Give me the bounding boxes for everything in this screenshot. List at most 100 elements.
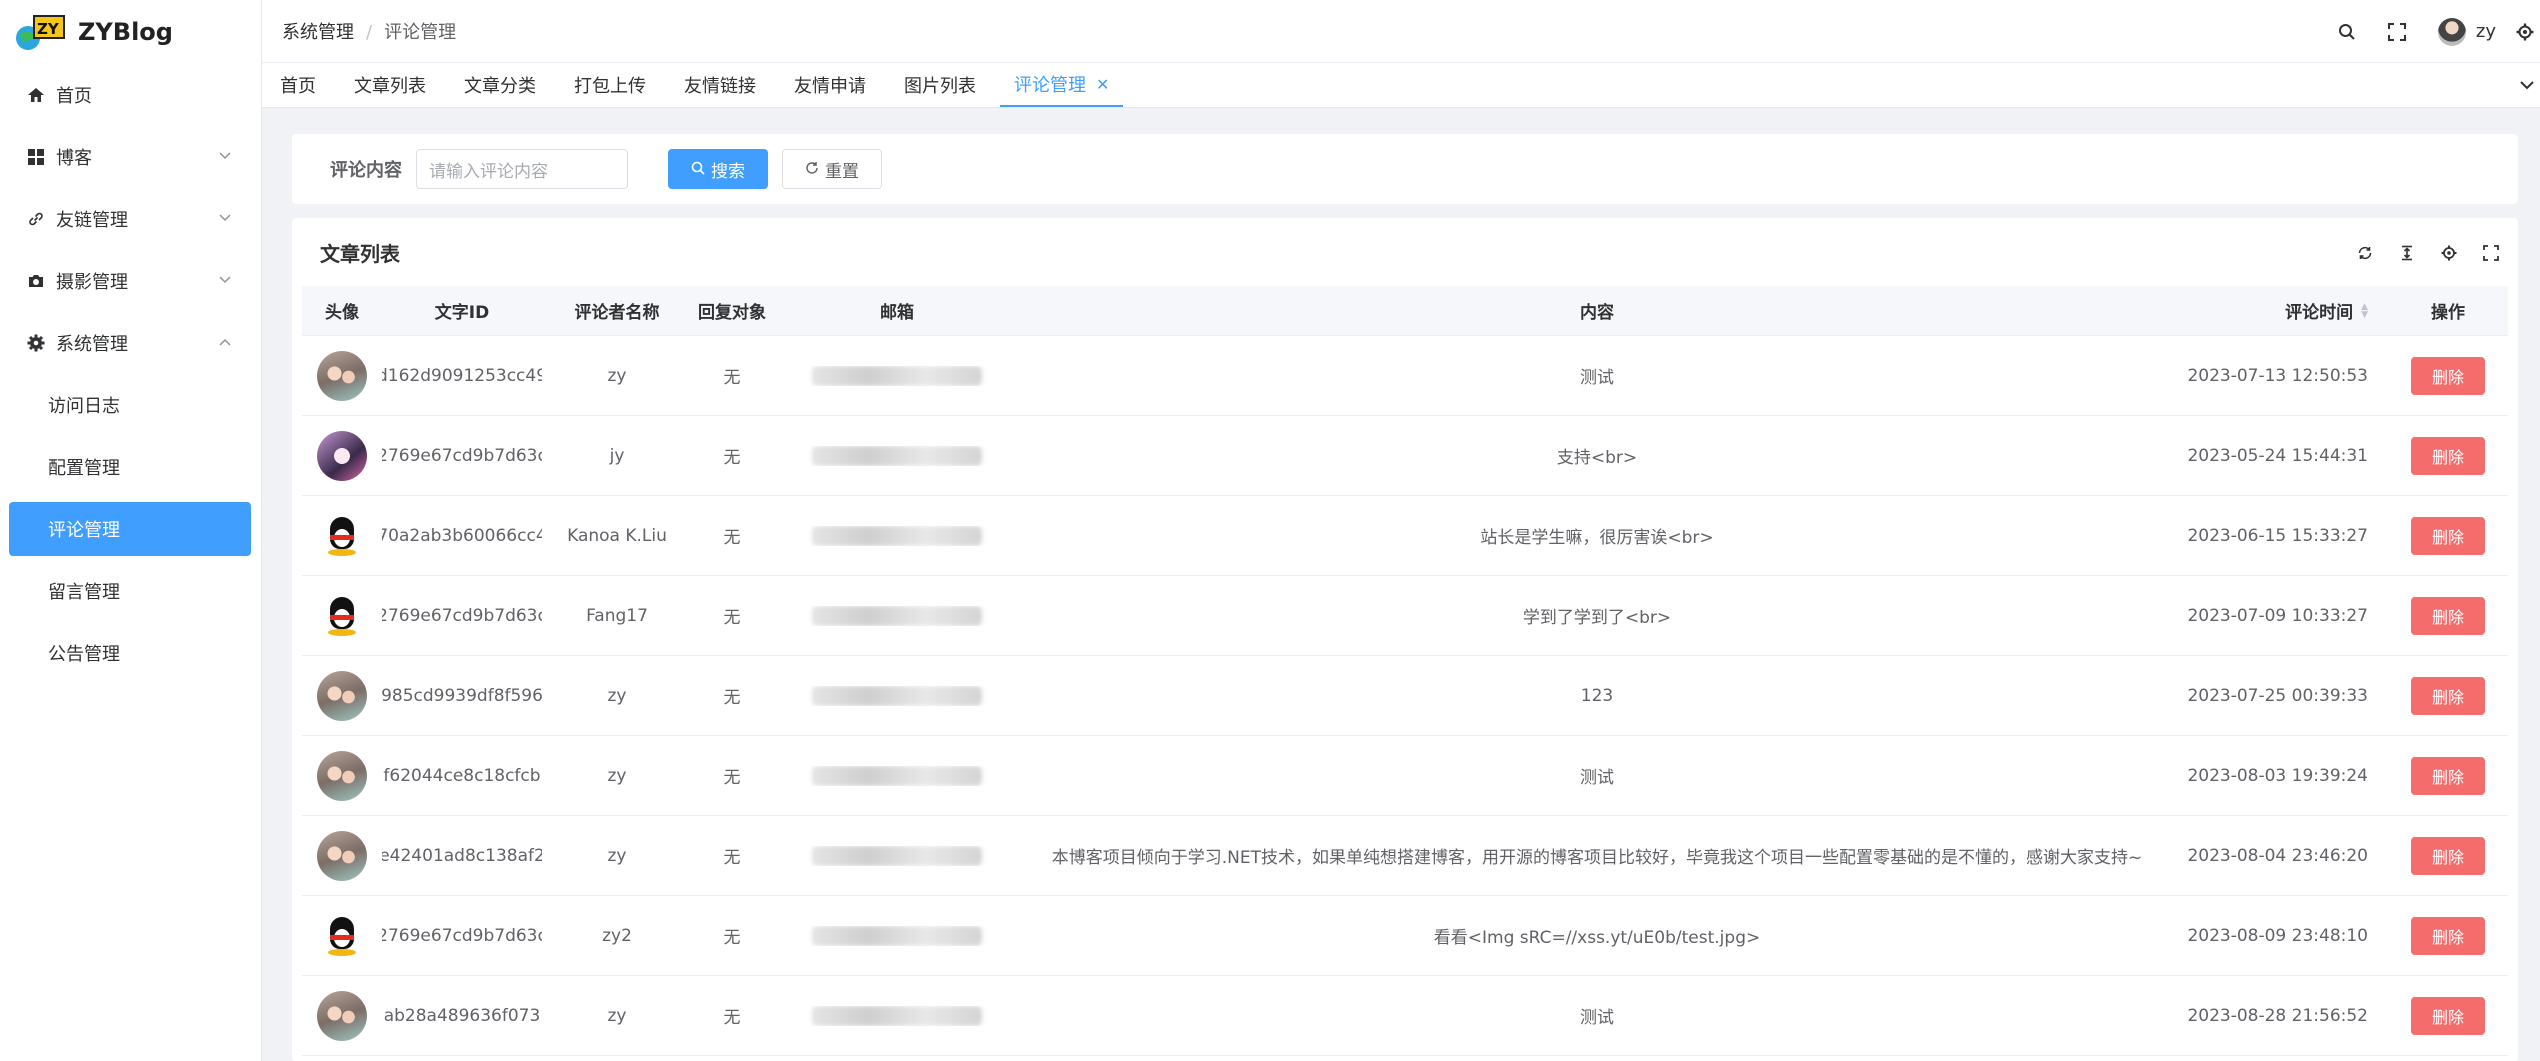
sidebar-subitem-comments[interactable]: 评论管理 <box>9 502 251 556</box>
gear-icon[interactable] <box>2514 21 2536 43</box>
delete-button[interactable]: 删除 <box>2411 436 2485 475</box>
close-icon[interactable]: ✕ <box>1096 75 1109 94</box>
delete-button[interactable]: 删除 <box>2411 756 2485 795</box>
sidebar-item-system[interactable]: 系统管理 <box>0 312 261 374</box>
reply-target: 无 <box>723 848 741 868</box>
tab-article-category[interactable]: 文章分类 <box>450 63 550 107</box>
avatar-cell <box>302 830 382 881</box>
sidebar-item-label: 博客 <box>56 148 92 169</box>
delete-button[interactable]: 删除 <box>2411 596 2485 635</box>
delete-button[interactable]: 删除 <box>2411 676 2485 715</box>
chevron-down-icon[interactable] <box>2520 75 2534 94</box>
breadcrumb-separator: / <box>366 22 373 43</box>
delete-button[interactable]: 删除 <box>2411 356 2485 395</box>
fullscreen-icon[interactable] <box>2386 21 2408 43</box>
sidebar-item-home[interactable]: 首页 <box>0 64 261 126</box>
reply-target: 无 <box>723 528 741 548</box>
chevron-down-icon <box>217 272 233 288</box>
refresh-icon[interactable] <box>2354 242 2376 264</box>
breadcrumb-item[interactable]: 系统管理 <box>282 22 354 43</box>
tab-pack-upload[interactable]: 打包上传 <box>560 63 660 107</box>
comment-id: 2769e67cd9b7d63c <box>382 445 542 466</box>
commenter-name: zy2 <box>602 925 632 946</box>
commenter-name: zy <box>607 365 627 386</box>
search-icon[interactable] <box>2336 21 2358 43</box>
email-cell <box>772 445 1022 466</box>
reply-target: 无 <box>723 768 741 788</box>
comment-time: 2023-08-03 19:39:24 <box>2187 765 2368 786</box>
comment-content: 站长是学生嘛，很厉害诶<br> <box>1480 528 1714 548</box>
email-redacted <box>812 845 982 866</box>
avatar <box>317 590 367 641</box>
actions-cell: 删除 <box>2388 756 2508 795</box>
column-header-email: 邮箱 <box>880 303 914 323</box>
comment-id: d162d9091253cc49 <box>382 365 542 386</box>
email-cell <box>772 1005 1022 1026</box>
search-form: 评论内容 请输入评论内容 搜索 重置 <box>292 134 2518 204</box>
commenter-name: zy <box>607 845 627 866</box>
avatar[interactable] <box>2437 17 2466 46</box>
commenter-name: zy <box>607 685 627 706</box>
sidebar-item-links[interactable]: 友链管理 <box>0 188 261 250</box>
tab-friend-requests[interactable]: 友情申请 <box>780 63 880 107</box>
sidebar-subitem-access-log[interactable]: 访问日志 <box>0 374 261 436</box>
tab-article-list[interactable]: 文章列表 <box>340 63 440 107</box>
tab-comment-management[interactable]: 评论管理 ✕ <box>1000 63 1124 107</box>
comment-table: 头像 文字ID 评论者名称 回复对象 邮箱 内容 评论时间 ▲ ▼ 操作 d162… <box>302 286 2508 1056</box>
avatar-cell <box>302 990 382 1041</box>
delete-button[interactable]: 删除 <box>2411 916 2485 955</box>
table-row: d162d9091253cc49 zy 无 测试 2023-07-13 12:50:53… <box>302 336 2508 416</box>
column-header-name: 评论者名称 <box>574 303 660 323</box>
delete-button[interactable]: 删除 <box>2411 836 2485 875</box>
comment-id: 2769e67cd9b7d63c <box>382 605 542 626</box>
tab-label: 评论管理 <box>1014 75 1086 96</box>
delete-button[interactable]: 删除 <box>2411 516 2485 555</box>
comment-content: 本博客项目倾向于学习.NET技术，如果单纯想搭建博客，用开源的博客项目比较好，毕… <box>1051 848 2143 868</box>
reply-target: 无 <box>723 1008 741 1028</box>
reply-target: 无 <box>723 608 741 628</box>
actions-cell: 删除 <box>2388 356 2508 395</box>
sidebar-subitem-config[interactable]: 配置管理 <box>0 436 261 498</box>
sort-icon[interactable]: ▲ ▼ <box>2361 302 2368 319</box>
column-height-icon[interactable] <box>2396 242 2418 264</box>
column-header-time[interactable]: 评论时间 ▲ ▼ <box>2172 298 2388 323</box>
comment-content: 学到了学到了<br> <box>1522 608 1672 628</box>
sidebar-item-photography[interactable]: 摄影管理 <box>0 250 261 312</box>
chevron-down-icon <box>217 148 233 164</box>
comment-content: 支持<br> <box>1556 448 1638 468</box>
breadcrumb-current: 评论管理 <box>384 22 457 43</box>
username[interactable]: zy <box>2476 21 2496 42</box>
avatar <box>317 910 367 961</box>
home-icon <box>26 85 46 105</box>
comment-content: 看看<Img sRC=//xss.yt/uE0b/test.jpg> <box>1433 928 1761 948</box>
comment-content: 测试 <box>1580 368 1614 388</box>
email-redacted <box>812 765 982 786</box>
table-row: e42401ad8c138af2 zy 无 本博客项目倾向于学习.NET技术，如果单纯… <box>302 816 2508 896</box>
column-header-actions: 操作 <box>2431 303 2465 323</box>
sidebar-item-blog[interactable]: 博客 <box>0 126 261 188</box>
email-redacted <box>812 1005 982 1026</box>
gear-icon <box>26 333 46 353</box>
settings-icon[interactable] <box>2438 242 2460 264</box>
logo[interactable]: ZY ZYBlog <box>0 0 261 64</box>
sidebar-subitem-messages[interactable]: 留言管理 <box>0 560 261 622</box>
email-cell <box>772 525 1022 546</box>
comment-content: 测试 <box>1580 1008 1614 1028</box>
email-redacted <box>812 685 982 706</box>
search-input[interactable]: 请输入评论内容 <box>416 149 628 189</box>
tab-friend-links[interactable]: 友情链接 <box>670 63 770 107</box>
link-icon <box>26 209 46 229</box>
commenter-name: Kanoa K.Liu <box>567 525 667 546</box>
reset-button[interactable]: 重置 <box>782 149 882 189</box>
search-label: 评论内容 <box>330 160 402 181</box>
tab-home[interactable]: 首页 <box>280 63 330 107</box>
actions-cell: 删除 <box>2388 516 2508 555</box>
delete-button[interactable]: 删除 <box>2411 996 2485 1035</box>
sidebar-subitem-notices[interactable]: 公告管理 <box>0 622 261 684</box>
comment-time: 2023-07-13 12:50:53 <box>2187 365 2368 386</box>
tab-image-list[interactable]: 图片列表 <box>890 63 990 107</box>
search-button[interactable]: 搜索 <box>668 149 768 189</box>
comment-time: 2023-07-09 10:33:27 <box>2187 605 2368 626</box>
fullscreen-icon[interactable] <box>2480 242 2502 264</box>
comment-time: 2023-05-24 15:44:31 <box>2187 445 2368 466</box>
